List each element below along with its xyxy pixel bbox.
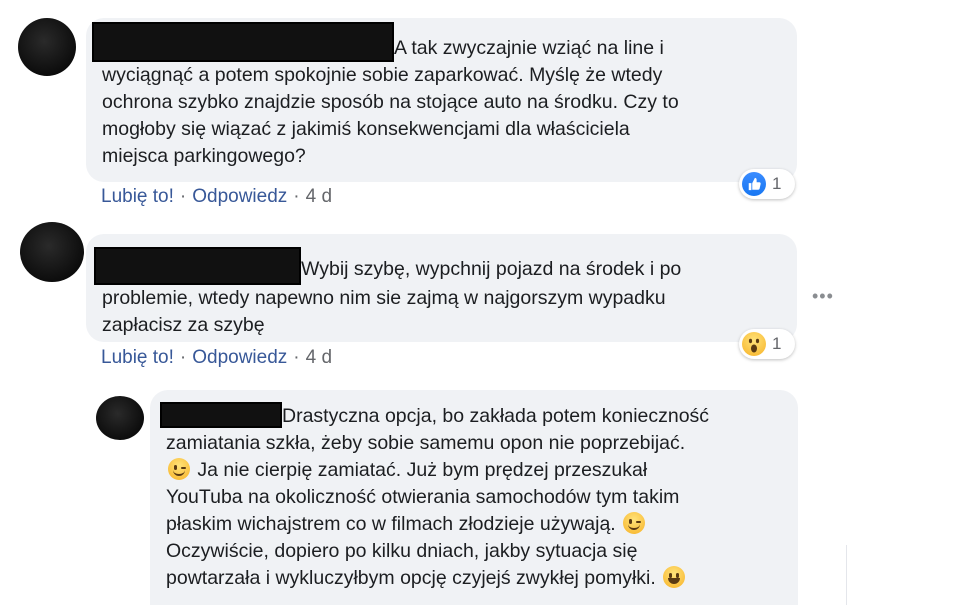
comment-text-line: mogłoby się wiązać z jakimiś konsekwencj… [102,118,630,140]
comment-text-line: zamiatania szkła, żeby sobie samemu opon… [166,432,686,454]
reply-link[interactable]: Odpowiedz [192,186,287,207]
separator-dot: · [293,347,300,368]
redacted-username[interactable] [94,247,301,285]
reaction-count: 1 [772,334,782,353]
reaction-summary[interactable]: 1 [739,169,795,199]
timestamp[interactable]: 4 d [306,347,332,368]
comment-text-line: Oczywiście, dopiero po kilku dniach, jak… [166,540,638,562]
reaction-count: 1 [772,174,782,193]
redacted-username[interactable] [92,22,394,62]
comment-text-line: Ja nie cierpię zamiatać. Już bym prędzej… [197,459,648,481]
comment-text-line: powtarzała i wykluczyłbym opcję czyjejś … [166,567,656,589]
commenter-avatar[interactable] [20,222,84,282]
comment-text-line: ochrona szybko znajdzie sposób na stojąc… [102,91,679,113]
timestamp[interactable]: 4 d [306,186,332,207]
divider [846,545,847,605]
comment-text-line: A tak zwyczajnie wziąć na line i [394,37,664,59]
comment-text-line: Drastyczna opcja, bo zakłada potem konie… [282,405,710,427]
comment-text-line: zapłacisz za szybę [102,314,265,336]
comment-text-line: YouTuba na okoliczność otwierania samoch… [166,486,680,508]
wink-emoji-icon [623,512,646,534]
comment-actions: Lubię to! · Odpowiedz · 4 d [101,186,332,208]
comment-bubble: Wybij szybę, wypchnij pojazd na środek i… [86,234,797,342]
like-link[interactable]: Lubię to! [101,347,174,368]
commenter-avatar[interactable] [96,396,144,440]
wink-emoji-icon [168,458,190,480]
like-link[interactable]: Lubię to! [101,186,174,207]
grin-emoji-icon [663,566,686,588]
comment-text-line: wyciągnąć a potem spokojnie sobie zapark… [102,64,663,86]
like-icon [742,172,766,196]
comment-text-line: miejsca parkingowego? [102,145,306,167]
comment-text-line: problemie, wtedy napewno nim sie zajmą w… [102,287,666,309]
separator-dot: · [179,186,187,207]
comment-text-line: Wybij szybę, wypchnij pojazd na środek i… [301,258,682,280]
reaction-summary[interactable]: 1 [739,329,795,359]
separator-dot: · [179,347,187,368]
separator-dot: · [293,186,300,207]
more-options-button[interactable]: ••• [812,286,834,307]
comment-actions: Lubię to! · Odpowiedz · 4 d [101,347,332,369]
wow-icon [742,332,766,356]
redacted-username[interactable] [160,402,282,428]
reply-link[interactable]: Odpowiedz [192,347,287,368]
comment-bubble: Drastyczna opcja, bo zakłada potem konie… [150,390,798,605]
commenter-avatar[interactable] [18,18,76,76]
comment-bubble: A tak zwyczajnie wziąć na line i wyciągn… [86,18,797,182]
comment-text-line: płaskim wichajstrem co w filmach złodzie… [166,513,616,535]
